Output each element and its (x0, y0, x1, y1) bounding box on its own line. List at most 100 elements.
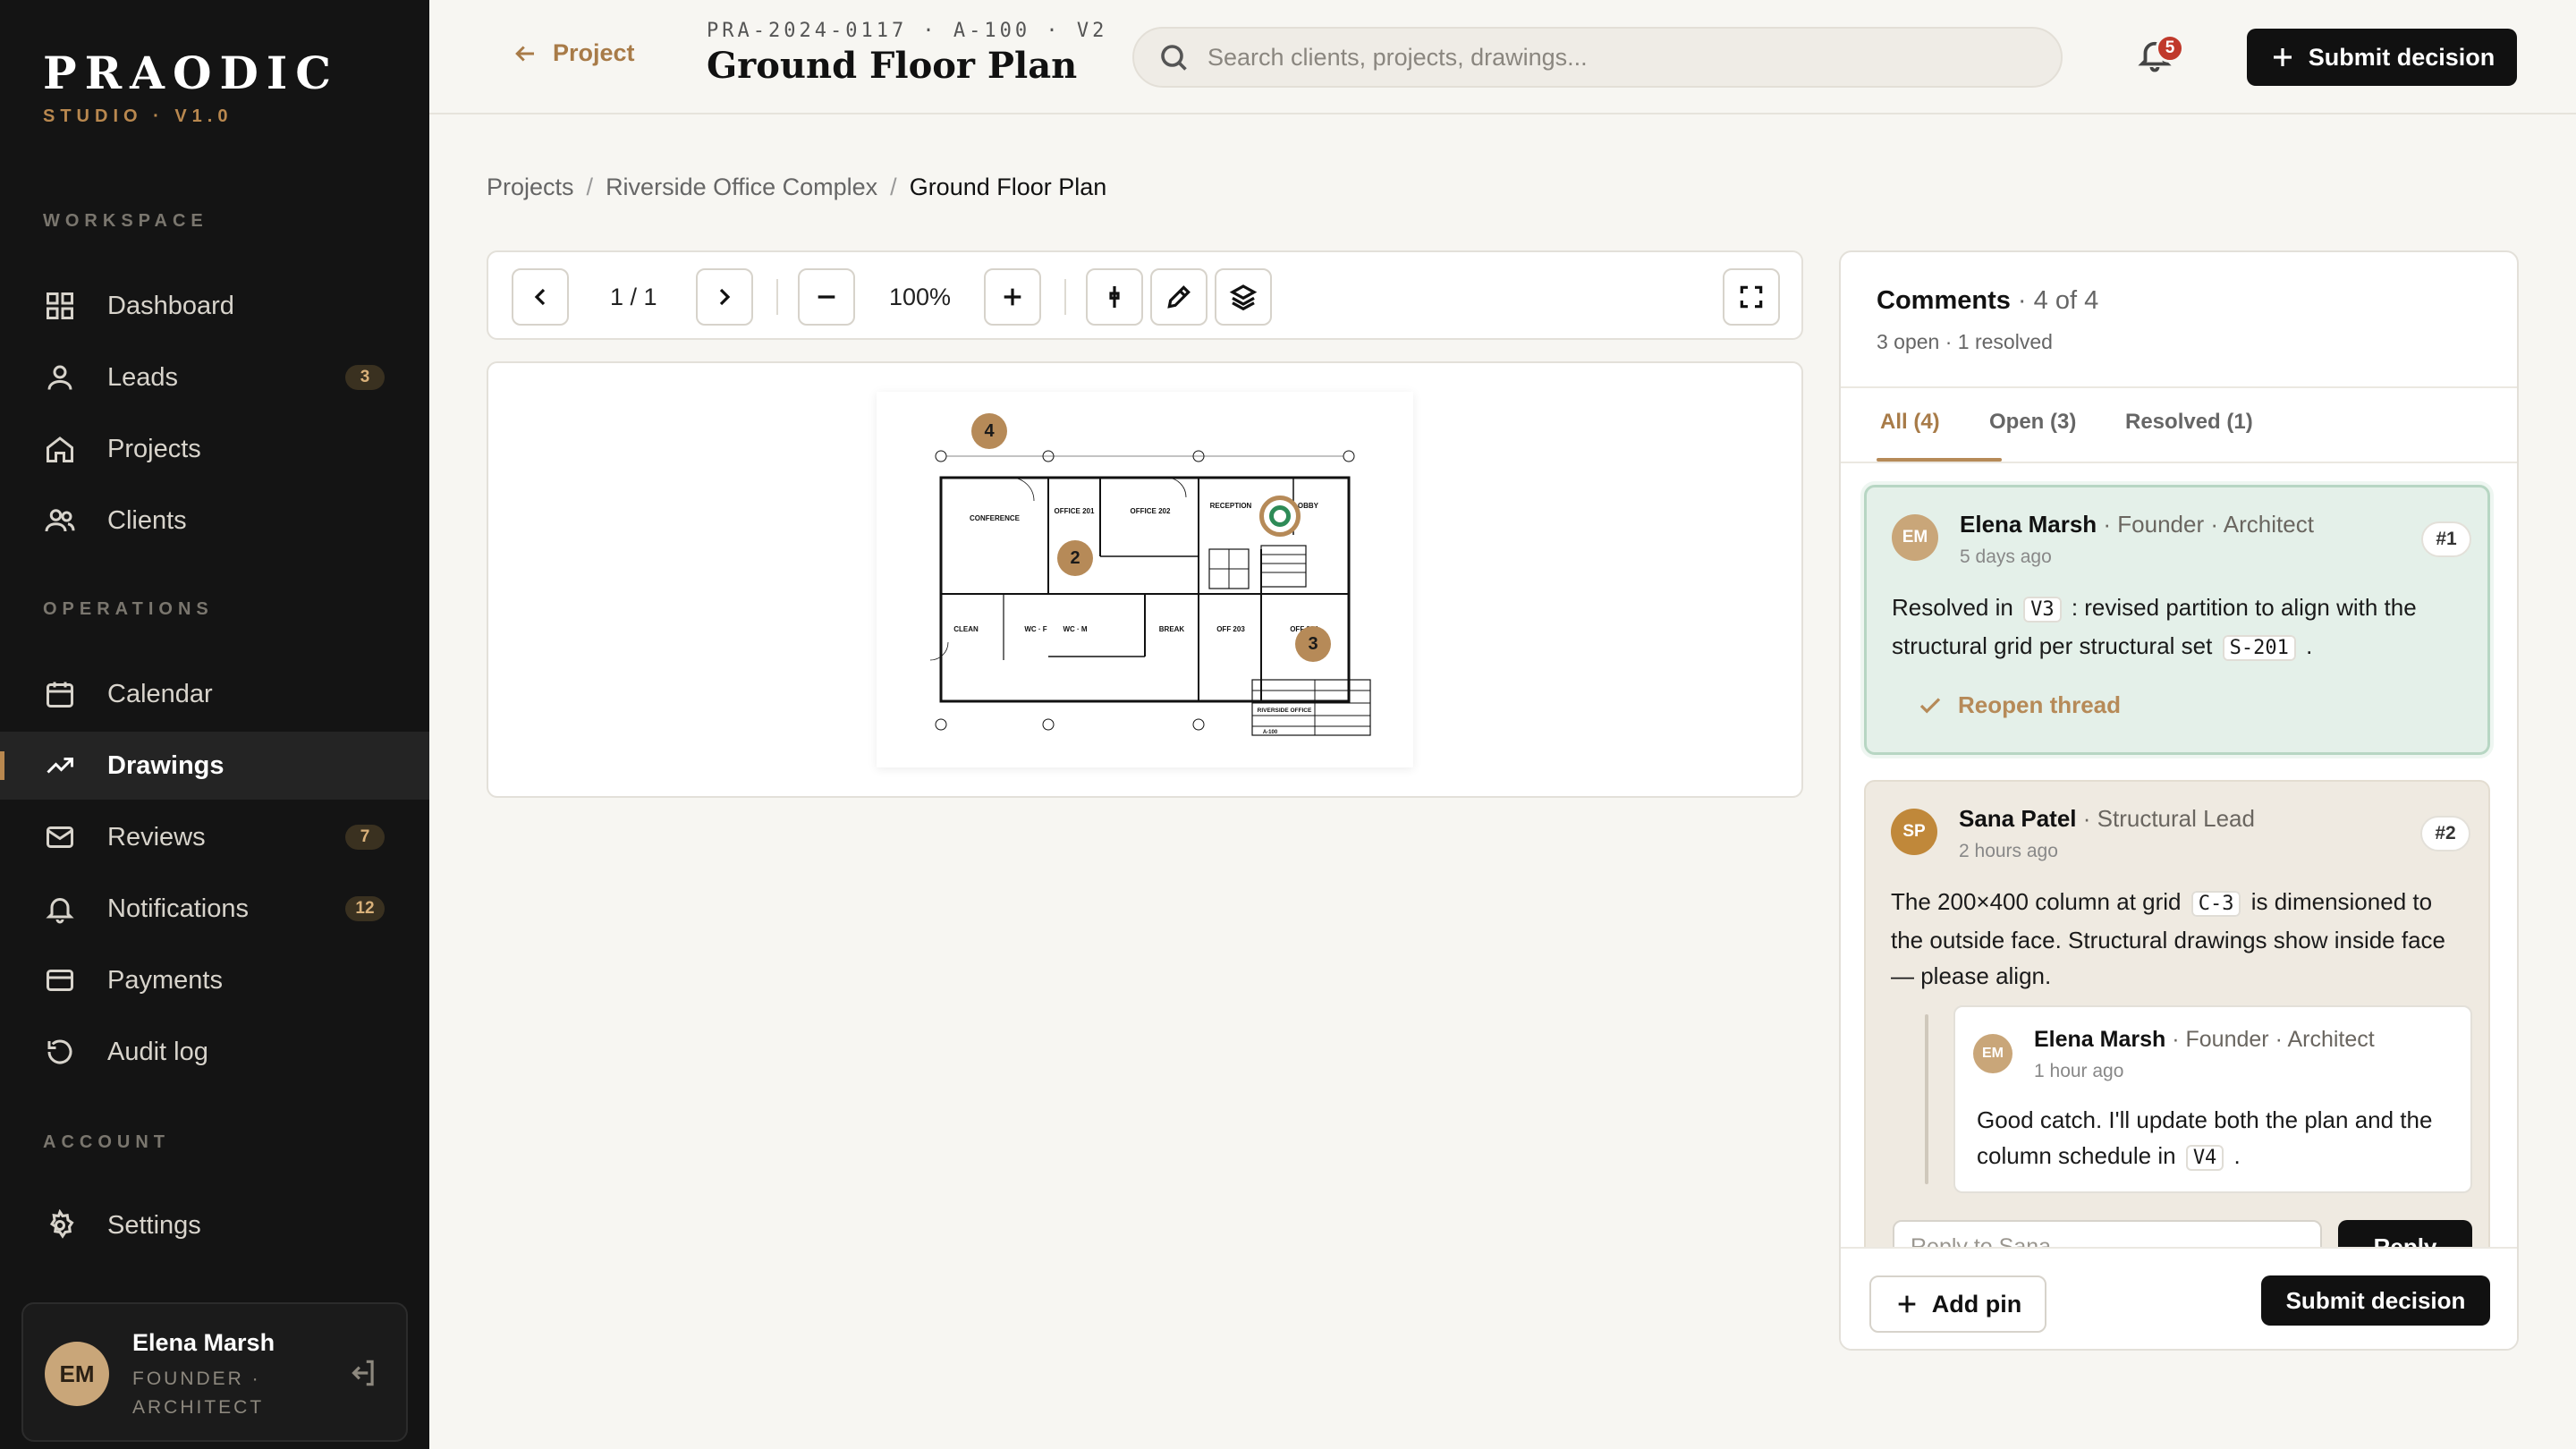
document-code: PRA-2024-0117 · A-100 · V2 (707, 20, 1108, 42)
sidebar-item-clients[interactable]: Clients (0, 487, 429, 555)
drawing-set-code: S-201 (2222, 635, 2296, 661)
room-label-wc-m: WC · M (1063, 625, 1087, 633)
comment-text: The 200×400 column at grid (1891, 888, 2182, 915)
calendar-icon (43, 677, 77, 711)
tab-all[interactable]: All (4) (1880, 410, 1940, 435)
topbar: Project PRA-2024-0117 · A-100 · V2 Groun… (429, 0, 2576, 114)
notifications-button[interactable]: 5 (2136, 34, 2184, 80)
plus-icon (1898, 1295, 1916, 1313)
add-pin-button[interactable]: Add pin (1869, 1275, 2046, 1333)
reply-body: Good catch. I'll update both the plan an… (1977, 1102, 2460, 1176)
breadcrumb-projects[interactable]: Projects (487, 174, 574, 201)
sidebar-item-projects[interactable]: Projects (0, 415, 429, 483)
sidebar-item-label: Settings (107, 1210, 201, 1240)
measure-tool-button[interactable] (1150, 268, 1208, 326)
reply-rail (1925, 1014, 1928, 1184)
avatar: SP (1891, 809, 1937, 855)
sidebar-item-drawings[interactable]: Drawings (0, 732, 429, 800)
logout-icon[interactable] (345, 1356, 379, 1390)
reply-time: 1 hour ago (2034, 1061, 2124, 1081)
room-label-conference: CONFERENCE (970, 514, 1021, 522)
comment-thread-2[interactable]: SP Sana Patel · Structural Lead 2 hours … (1864, 780, 2490, 1274)
sidebar-item-label: Dashboard (107, 291, 234, 320)
plus-icon (1004, 288, 1021, 306)
sidebar-item-notifications[interactable]: Notifications 12 (0, 875, 429, 943)
nav-section-operations: OPERATIONS (43, 599, 214, 619)
pin-icon (1109, 286, 1120, 308)
sidebar-item-settings[interactable]: Settings (0, 1191, 429, 1259)
comments-summary: 3 open · 1 resolved (1877, 330, 2053, 353)
reopen-thread-button[interactable]: Reopen thread (1917, 691, 2121, 719)
card-icon (43, 963, 77, 997)
brand-name: PRAODIC (43, 47, 340, 99)
reviews-count-badge: 7 (345, 825, 385, 850)
comments-count-separator: · (2017, 286, 2034, 315)
user-card[interactable]: EM Elena Marsh FOUNDER · ARCHITECT (21, 1302, 408, 1442)
page-title: Ground Floor Plan (707, 45, 1078, 87)
comments-panel: Comments · 4 of 4 3 open · 1 resolved Al… (1839, 250, 2519, 1351)
prev-page-button[interactable] (512, 268, 569, 326)
sidebar-item-label: Projects (107, 434, 201, 463)
divider (1841, 462, 2517, 463)
sidebar-item-audit-log[interactable]: Audit log (0, 1018, 429, 1086)
user-icon (43, 360, 77, 394)
comments-title-label: Comments (1877, 286, 2011, 315)
zoom-out-button[interactable] (798, 268, 855, 326)
drawing-toolbar: 1 / 1 100% (487, 250, 1803, 340)
zoom-in-button[interactable] (984, 268, 1041, 326)
reopen-label: Reopen thread (1958, 691, 2122, 718)
layers-button[interactable] (1215, 268, 1272, 326)
comment-body: Resolved in V3 : revised partition to al… (1892, 589, 2464, 666)
bell-icon (43, 892, 77, 926)
brand-sub: STUDIO · V1.0 (43, 106, 233, 126)
comment-pin-3[interactable]: 3 (1295, 626, 1331, 662)
breadcrumb-separator: / (586, 174, 594, 200)
author-role: · Structural Lead (2082, 805, 2255, 832)
sidebar-item-reviews[interactable]: Reviews 7 (0, 803, 429, 871)
brand: PRAODIC STUDIO · V1.0 (43, 47, 339, 127)
room-label-off-203: OFF 203 (1216, 625, 1245, 633)
submit-decision-button[interactable]: Submit decision (2247, 29, 2517, 86)
next-page-button[interactable] (696, 268, 753, 326)
sidebar-item-label: Notifications (107, 894, 249, 923)
thread-number-badge: #1 (2421, 521, 2471, 557)
search-bar[interactable] (1132, 27, 2063, 88)
sidebar-item-leads[interactable]: Leads 3 (0, 343, 429, 411)
pin-tool-button[interactable] (1086, 268, 1143, 326)
tab-resolved[interactable]: Resolved (1) (2125, 410, 2253, 435)
zoom-level: 100% (889, 283, 952, 310)
drawing-canvas[interactable]: CONFERENCE OFFICE 201 OFFICE 202 RECEPTI… (487, 361, 1803, 798)
breadcrumb-current: Ground Floor Plan (909, 174, 1107, 200)
submit-decision-footer-button[interactable]: Submit decision (2261, 1275, 2490, 1326)
fullscreen-button[interactable] (1723, 268, 1780, 326)
avatar: EM (45, 1342, 109, 1406)
comment-author: Sana Patel · Structural Lead (1959, 805, 2255, 833)
sidebar-item-dashboard[interactable]: Dashboard (0, 272, 429, 340)
mail-icon (43, 820, 77, 854)
comment-pin-4[interactable]: 4 (971, 413, 1007, 449)
drawing-sheet: CONFERENCE OFFICE 201 OFFICE 202 RECEPTI… (877, 392, 1413, 767)
back-to-project-link[interactable]: Project (512, 39, 635, 67)
notifications-count-badge: 12 (345, 896, 385, 921)
sidebar-item-payments[interactable]: Payments (0, 946, 429, 1014)
trend-icon (43, 749, 77, 783)
page-indicator: 1 / 1 (610, 283, 657, 310)
comment-body: The 200×400 column at grid C-3 is dimens… (1891, 884, 2463, 994)
comment-thread-1[interactable]: EM Elena Marsh · Founder · Architect 5 d… (1864, 485, 2490, 755)
notification-count-badge: 5 (2156, 34, 2184, 63)
check-icon (1919, 697, 1941, 714)
room-label-reception: RECEPTION (1210, 502, 1252, 510)
arrow-left-icon (515, 45, 534, 62)
breadcrumb-project[interactable]: Riverside Office Complex (606, 174, 877, 201)
sidebar-item-calendar[interactable]: Calendar (0, 660, 429, 728)
author-name: Elena Marsh (1960, 511, 2097, 538)
chevron-left-icon (534, 288, 546, 306)
search-input[interactable] (1208, 43, 2012, 72)
tab-open[interactable]: Open (3) (1989, 410, 2076, 435)
add-pin-label: Add pin (1931, 1290, 2022, 1318)
comment-pin-2[interactable]: 2 (1057, 540, 1093, 576)
selected-comment-pin[interactable] (1259, 496, 1301, 537)
fullscreen-icon (1740, 285, 1763, 309)
chevron-right-icon (719, 288, 731, 306)
comment-author: Elena Marsh · Founder · Architect (1960, 511, 2314, 538)
